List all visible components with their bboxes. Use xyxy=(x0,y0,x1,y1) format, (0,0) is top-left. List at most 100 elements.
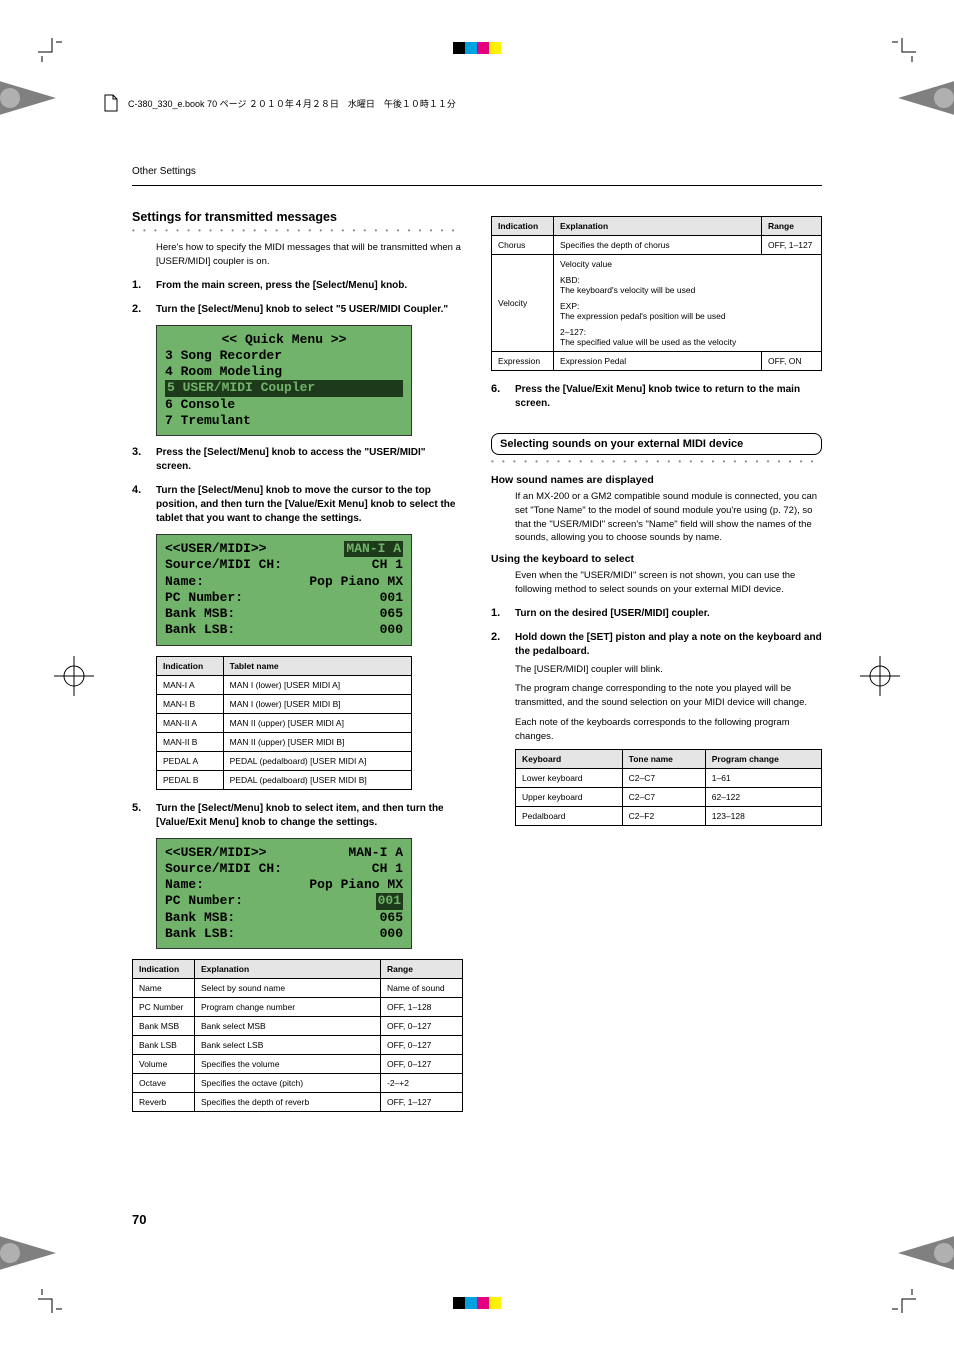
subheading: How sound names are displayed xyxy=(491,474,822,486)
step-number: 1. xyxy=(132,279,146,293)
lcd-head-right: MAN-I A xyxy=(344,541,403,557)
left-column: Settings for transmitted messages • • • … xyxy=(132,210,463,1124)
step-subtext: The program change corresponding to the … xyxy=(515,682,822,710)
lcd-value: 000 xyxy=(380,622,403,638)
right-column: IndicationExplanationRange ChorusSpecifi… xyxy=(491,210,822,1124)
step-text: Turn the [Select/Menu] knob to select "5… xyxy=(156,303,448,317)
table-row: MAN-II BMAN II (upper) [USER MIDI B] xyxy=(157,732,412,751)
lcd-screenshot: <<USER/MIDI>>MAN-I A Source/MIDI CH:CH 1… xyxy=(156,534,412,646)
lcd-label: PC Number: xyxy=(165,590,243,606)
content-area: Other Settings Settings for transmitted … xyxy=(132,166,822,1221)
lcd-label: Name: xyxy=(165,574,204,590)
registration-mark-icon xyxy=(860,656,900,696)
tablet-table: IndicationTablet name MAN-I AMAN I (lowe… xyxy=(156,656,412,790)
table-row: NameSelect by sound nameName of sound xyxy=(133,979,463,998)
subheading: Using the keyboard to select xyxy=(491,553,822,565)
color-bar-icon xyxy=(453,42,501,54)
crop-mark-icon xyxy=(892,1289,916,1313)
lcd-label: Bank LSB: xyxy=(165,926,235,942)
lcd-label: Source/MIDI CH: xyxy=(165,861,282,877)
th: Tone name xyxy=(622,750,705,769)
step-text: From the main screen, press the [Select/… xyxy=(156,279,407,293)
lcd-line: 7 Tremulant xyxy=(165,413,403,429)
lcd-screenshot: << Quick Menu >> 3 Song Recorder 4 Room … xyxy=(156,325,412,437)
th: Keyboard xyxy=(516,750,623,769)
body-text: Even when the "USER/MIDI" screen is not … xyxy=(515,569,822,597)
running-head: Other Settings xyxy=(132,166,822,177)
th: Range xyxy=(762,217,822,236)
step-6: 6. Press the [Value/Exit Menu] knob twic… xyxy=(491,383,822,411)
table-row: MAN-I AMAN I (lower) [USER MIDI A] xyxy=(157,675,412,694)
table-row: Upper keyboardC2–C762–122 xyxy=(516,788,822,807)
params-table-2: IndicationExplanationRange ChorusSpecifi… xyxy=(491,216,822,371)
body-text: If an MX-200 or a GM2 compatible sound m… xyxy=(515,490,822,545)
table-row: PEDAL APEDAL (pedalboard) [USER MIDI A] xyxy=(157,751,412,770)
th: Explanation xyxy=(195,960,381,979)
th: Indication xyxy=(133,960,195,979)
dotted-rule: • • • • • • • • • • • • • • • • • • • • … xyxy=(491,457,822,466)
lcd-head-right: MAN-I A xyxy=(348,845,403,861)
lcd-value: Pop Piano MX xyxy=(309,877,403,893)
step-number: 2. xyxy=(491,631,505,659)
lcd-label: Bank LSB: xyxy=(165,622,235,638)
registration-mark-icon xyxy=(54,656,94,696)
step-number: 6. xyxy=(491,383,505,411)
table-row: OctaveSpecifies the octave (pitch)-2–+2 xyxy=(133,1074,463,1093)
dotted-rule: • • • • • • • • • • • • • • • • • • • • … xyxy=(132,226,463,235)
lcd-value: 065 xyxy=(380,910,403,926)
step-number: 1. xyxy=(491,607,505,621)
program-change-table: KeyboardTone nameProgram change Lower ke… xyxy=(515,749,822,826)
th: Tablet name xyxy=(223,656,411,675)
th: Indication xyxy=(157,656,224,675)
step-number: 4. xyxy=(132,484,146,526)
velocity-explanation: Velocity value KBD:The keyboard's veloci… xyxy=(554,255,822,352)
lcd-label: Bank MSB: xyxy=(165,606,235,622)
table-row: Bank LSBBank select LSBOFF, 0–127 xyxy=(133,1036,463,1055)
lcd-line-selected: 5 USER/MIDI Coupler xyxy=(165,380,403,396)
step-4: 4. Turn the [Select/Menu] knob to move t… xyxy=(132,484,463,526)
step-3: 3. Press the [Select/Menu] knob to acces… xyxy=(132,446,463,474)
crop-mark-icon xyxy=(38,1289,62,1313)
lcd-label: Bank MSB: xyxy=(165,910,235,926)
crop-mark-icon xyxy=(38,38,62,62)
color-bar-icon xyxy=(453,1297,501,1309)
th: Explanation xyxy=(554,217,762,236)
step-text: Hold down the [SET] piston and play a no… xyxy=(515,631,822,659)
print-job-text: C-380_330_e.book 70 ページ ２０１０年４月２８日 水曜日 午… xyxy=(128,97,456,110)
velocity-cell: Velocity xyxy=(492,255,554,352)
boxed-heading: Selecting sounds on your external MIDI d… xyxy=(491,433,822,455)
section-heading: Settings for transmitted messages xyxy=(132,210,463,224)
step-number: 2. xyxy=(132,303,146,317)
th: Program change xyxy=(705,750,821,769)
step-text: Turn on the desired [USER/MIDI] coupler. xyxy=(515,607,710,621)
step-number: 3. xyxy=(132,446,146,474)
lcd-line: 3 Song Recorder xyxy=(165,348,403,364)
lcd-title: << Quick Menu >> xyxy=(165,332,403,348)
params-table-1: IndicationExplanationRange NameSelect by… xyxy=(132,959,463,1112)
table-row: PC NumberProgram change numberOFF, 1–128 xyxy=(133,998,463,1017)
lcd-value: 065 xyxy=(380,606,403,622)
table-row: Bank MSBBank select MSBOFF, 0–127 xyxy=(133,1017,463,1036)
lcd-value: CH 1 xyxy=(372,557,403,573)
lcd-value: 001 xyxy=(380,590,403,606)
gradient-wedge-icon xyxy=(0,1235,56,1271)
step-5: 5. Turn the [Select/Menu] knob to select… xyxy=(132,802,463,830)
lcd-value: 000 xyxy=(380,926,403,942)
step-subtext: Each note of the keyboards corresponds t… xyxy=(515,716,822,744)
table-row: ReverbSpecifies the depth of reverbOFF, … xyxy=(133,1093,463,1112)
lcd-head-left: <<USER/MIDI>> xyxy=(165,845,266,861)
lcd-label: PC Number: xyxy=(165,893,243,909)
table-row: VolumeSpecifies the volumeOFF, 0–127 xyxy=(133,1055,463,1074)
table-row: MAN-I BMAN I (lower) [USER MIDI B] xyxy=(157,694,412,713)
table-row: MAN-II AMAN II (upper) [USER MIDI A] xyxy=(157,713,412,732)
lcd-label: Source/MIDI CH: xyxy=(165,557,282,573)
table-row: ExpressionExpression PedalOFF, ON xyxy=(492,352,822,371)
print-job-header: C-380_330_e.book 70 ページ ２０１０年４月２８日 水曜日 午… xyxy=(102,94,456,112)
table-row: Velocity Velocity value KBD:The keyboard… xyxy=(492,255,822,352)
step-text: Turn the [Select/Menu] knob to select it… xyxy=(156,802,463,830)
step-text: Turn the [Select/Menu] knob to move the … xyxy=(156,484,463,526)
document-icon xyxy=(102,94,120,112)
lcd-label: Name: xyxy=(165,877,204,893)
page: C-380_330_e.book 70 ページ ２０１０年４月２８日 水曜日 午… xyxy=(0,0,954,1351)
crop-mark-icon xyxy=(892,38,916,62)
